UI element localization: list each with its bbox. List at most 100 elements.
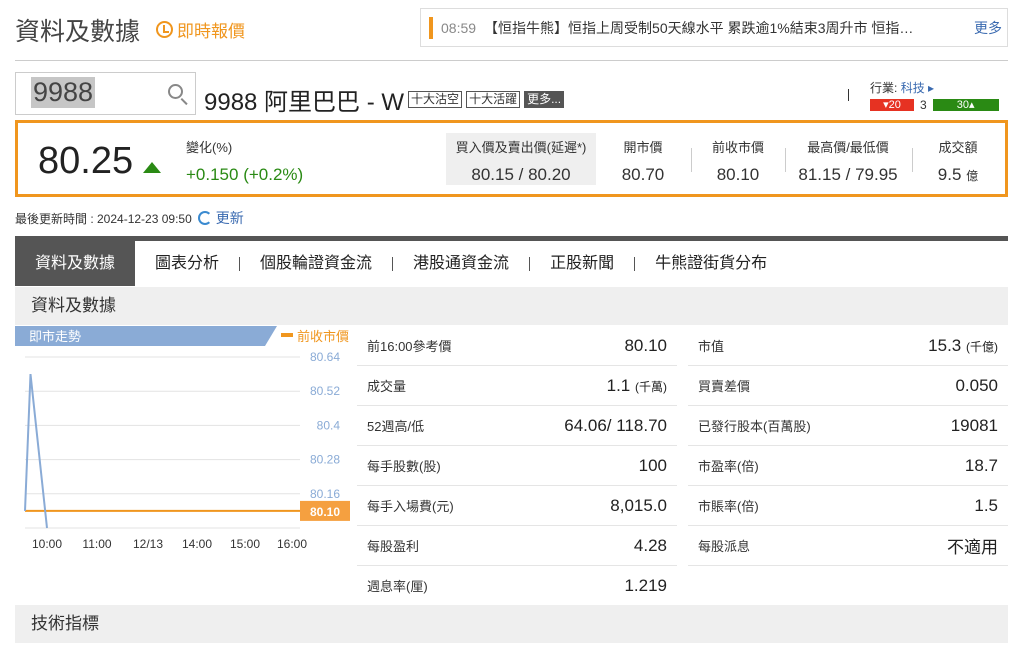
tab-connect-flow[interactable]: 港股通資金流 xyxy=(393,241,529,286)
legend-swatch xyxy=(281,333,293,337)
caret-right-icon: ▸ xyxy=(928,81,935,95)
x-tick-label: 14:00 xyxy=(182,537,212,551)
prev-close-value: 80.10 xyxy=(716,165,760,184)
refresh-button[interactable]: 更新 xyxy=(197,208,244,228)
tab-chart[interactable]: 圖表分析 xyxy=(135,241,239,286)
last-update-time: 最後更新時間 : 2024-12-23 09:50 xyxy=(15,211,192,226)
up-arrow-icon xyxy=(143,162,161,173)
y-tick-label: 80.4 xyxy=(317,418,341,432)
change-value: +0.150 (+0.2%) xyxy=(186,165,304,184)
bid-ask-value: 80.15 / 80.20 xyxy=(471,165,571,184)
row-value: 0.050 xyxy=(955,375,998,395)
news-more-link[interactable]: 更多 xyxy=(974,18,1002,38)
table-row: 每股派息 不適用 xyxy=(688,526,1008,566)
industry-down-count: ▾20 xyxy=(870,99,914,111)
legend-label: 前收市價 xyxy=(297,329,349,344)
row-value: 15.3 (千億) xyxy=(928,335,998,355)
search-icon[interactable] xyxy=(168,84,183,99)
row-value: 不適用 xyxy=(947,538,998,557)
row-value: 1.219 xyxy=(624,575,667,595)
row-value: 18.7 xyxy=(964,455,998,475)
row-value: 19081 xyxy=(950,415,998,435)
row-label: 買賣差價 xyxy=(698,379,751,394)
section-header-data: 資料及數據 xyxy=(15,287,1008,325)
page-title: 資料及數據 xyxy=(15,18,141,46)
search-input[interactable]: 9988 xyxy=(15,72,196,115)
table-row: 每手入場費(元) 8,015.0 xyxy=(357,486,677,526)
update-bar: 最後更新時間 : 2024-12-23 09:50 更新 xyxy=(15,208,244,228)
row-label: 每手入場費(元) xyxy=(367,499,454,514)
left-data-table: 前16:00參考價 80.10 成交量 1.1 (千萬) 52週高/低 64.06/ 11… xyxy=(357,326,677,606)
table-row: 買賣差價 0.050 xyxy=(688,366,1008,406)
row-label: 52週高/低 xyxy=(367,419,425,434)
row-value: 8,015.0 xyxy=(610,495,667,515)
industry-flat-count: 3 xyxy=(920,98,927,112)
tab-cbbc[interactable]: 牛熊證街貨分布 xyxy=(635,241,787,286)
x-tick-label: 16:00 xyxy=(277,537,307,551)
table-row: 每股盈利 4.28 xyxy=(357,526,677,566)
news-time: 08:59 xyxy=(441,19,477,36)
industry-up-count: 30▴ xyxy=(932,99,999,111)
row-label: 市賬率(倍) xyxy=(698,499,759,514)
last-price: 80.25 xyxy=(38,140,134,182)
quote-panel: 80.25 變化(%) +0.150 (+0.2%) 買入價及賣出價(延遲*) 80… xyxy=(15,120,1008,197)
tag-top-active[interactable]: 十大活躍 xyxy=(466,91,521,108)
tab-bar: 資料及數據 圖表分析 個股輪證資金流 港股通資金流 正股新聞 牛熊證街貨分布 xyxy=(15,236,1008,286)
intraday-chart: 即市走勢 前收市價 80.64 80.52 80.4 80.28 80.16 10:00 1… xyxy=(15,326,350,551)
change-label: 變化(%) xyxy=(186,140,233,155)
more-tags-button[interactable]: 更多... xyxy=(524,91,565,108)
industry-panel: 行業: 科技 ▸ ▾20 3 30▴ xyxy=(848,79,999,112)
table-row: 市盈率(倍) 18.7 xyxy=(688,446,1008,486)
row-label: 成交量 xyxy=(367,379,407,394)
table-row: 52週高/低 64.06/ 118.70 xyxy=(357,406,677,446)
section-header-technical: 技術指標 xyxy=(15,605,1008,643)
y-tick-label: 80.52 xyxy=(310,384,340,398)
y-tick-label: 80.28 xyxy=(310,453,340,467)
table-row: 週息率(厘) 1.219 xyxy=(357,566,677,606)
prev-close-badge-label: 80.10 xyxy=(310,505,340,519)
search-value[interactable]: 9988 xyxy=(31,77,96,108)
stock-title: 9988 阿里巴巴 - W 十大沽空 十大活躍 更多... xyxy=(204,82,565,117)
prev-close-label: 前收市價 xyxy=(711,140,764,155)
row-label: 每股盈利 xyxy=(367,539,420,554)
row-label: 市盈率(倍) xyxy=(698,459,759,474)
row-value: 1.1 (千萬) xyxy=(606,375,667,395)
realtime-quote-link[interactable]: 即時報價 xyxy=(156,17,245,42)
refresh-icon xyxy=(197,211,212,225)
table-row: 市值 15.3 (千億) xyxy=(688,326,1008,366)
news-accent xyxy=(429,16,433,39)
x-tick-label: 11:00 xyxy=(82,537,111,551)
divider xyxy=(848,89,849,101)
row-value: 1.5 xyxy=(974,495,998,515)
realtime-label: 即時報價 xyxy=(177,22,245,41)
x-tick-label: 10:00 xyxy=(32,537,62,551)
row-label: 市值 xyxy=(698,339,725,354)
tab-warrant-flow[interactable]: 個股輪證資金流 xyxy=(240,241,392,286)
open-value: 80.70 xyxy=(621,165,665,184)
tab-news[interactable]: 正股新聞 xyxy=(530,241,634,286)
table-row: 每手股數(股) 100 xyxy=(357,446,677,486)
table-row: 市賬率(倍) 1.5 xyxy=(688,486,1008,526)
high-low-value: 81.15 / 79.95 xyxy=(798,165,898,184)
x-tick-label: 12/13 xyxy=(133,537,163,551)
industry-link[interactable]: 科技 xyxy=(901,81,925,95)
price-line xyxy=(24,373,48,529)
tab-data[interactable]: 資料及數據 xyxy=(15,241,136,286)
right-data-table: 市值 15.3 (千億) 買賣差價 0.050 已發行股本(百萬股) 19081 市盈率(倍… xyxy=(688,326,1008,566)
tag-top-short[interactable]: 十大沽空 xyxy=(408,91,463,108)
turnover-value: 9.5 xyxy=(937,165,962,184)
turnover-label: 成交額 xyxy=(938,140,978,155)
x-tick-label: 15:00 xyxy=(230,537,260,551)
row-label: 已發行股本(百萬股) xyxy=(698,419,811,434)
y-tick-label: 80.16 xyxy=(310,487,340,501)
table-row: 前16:00參考價 80.10 xyxy=(357,326,677,366)
table-row: 已發行股本(百萬股) 19081 xyxy=(688,406,1008,446)
row-label: 每股派息 xyxy=(698,539,751,554)
chart-title: 即市走勢 xyxy=(29,329,81,344)
industry-label: 行業: xyxy=(870,81,898,95)
clock-icon xyxy=(156,21,173,38)
news-ticker[interactable]: 08:59 【恒指牛熊】恒指上周受制50天線水平 累跌逾1%結束3周升市 恒指… 更… xyxy=(420,8,1008,47)
row-value: 80.10 xyxy=(624,335,667,355)
divider xyxy=(15,60,1008,61)
news-headline[interactable]: 【恒指牛熊】恒指上周受制50天線水平 累跌逾1%結束3周升市 恒指… xyxy=(484,18,964,38)
